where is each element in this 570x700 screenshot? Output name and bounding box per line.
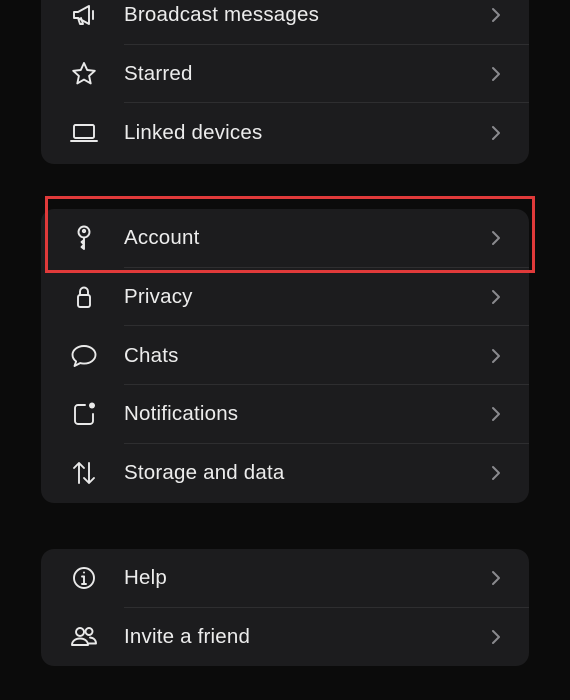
chevron-right-icon <box>489 347 503 365</box>
star-icon <box>67 59 101 89</box>
menu-item-label: Notifications <box>124 402 239 426</box>
menu-item-label: Invite a friend <box>124 625 251 649</box>
menu-item-privacy[interactable]: Privacy <box>41 268 529 327</box>
chevron-right-icon <box>489 229 503 247</box>
up-down-arrows-icon <box>67 458 101 488</box>
notification-icon <box>67 399 101 429</box>
chevron-right-icon <box>489 569 503 587</box>
menu-item-starred[interactable]: Starred <box>41 45 529 104</box>
settings-group-2: Account Privacy Chats Notifications Stor… <box>41 209 529 503</box>
laptop-icon <box>67 118 101 148</box>
settings-group-1: Broadcast messages Starred Linked device… <box>41 0 529 164</box>
chevron-right-icon <box>489 65 503 83</box>
menu-item-invite-a-friend[interactable]: Invite a friend <box>41 608 529 666</box>
settings-group-3: Help Invite a friend <box>41 549 529 666</box>
chevron-right-icon <box>489 464 503 482</box>
megaphone-icon <box>67 0 101 30</box>
menu-item-broadcast-messages[interactable]: Broadcast messages <box>41 0 529 45</box>
info-icon <box>67 563 101 593</box>
menu-item-help[interactable]: Help <box>41 549 529 608</box>
chevron-right-icon <box>489 6 503 24</box>
chevron-right-icon <box>489 628 503 646</box>
menu-item-label: Broadcast messages <box>124 3 320 27</box>
menu-item-label: Storage and data <box>124 461 285 485</box>
lock-icon <box>67 282 101 312</box>
chevron-right-icon <box>489 124 503 142</box>
menu-item-notifications[interactable]: Notifications <box>41 385 529 444</box>
menu-item-label: Starred <box>124 62 193 86</box>
menu-item-label: Chats <box>124 343 179 367</box>
chevron-right-icon <box>489 405 503 423</box>
menu-item-linked-devices[interactable]: Linked devices <box>41 103 529 162</box>
menu-item-label: Account <box>124 226 200 250</box>
chevron-right-icon <box>489 288 503 306</box>
menu-item-label: Help <box>124 566 167 590</box>
menu-item-account[interactable]: Account <box>41 209 529 268</box>
menu-item-label: Linked devices <box>124 120 263 144</box>
people-icon <box>67 622 101 652</box>
menu-item-storage-and-data[interactable]: Storage and data <box>41 444 529 503</box>
menu-item-chats[interactable]: Chats <box>41 326 529 386</box>
key-icon <box>67 223 101 253</box>
chat-bubble-icon <box>67 341 101 371</box>
menu-item-label: Privacy <box>124 285 193 309</box>
